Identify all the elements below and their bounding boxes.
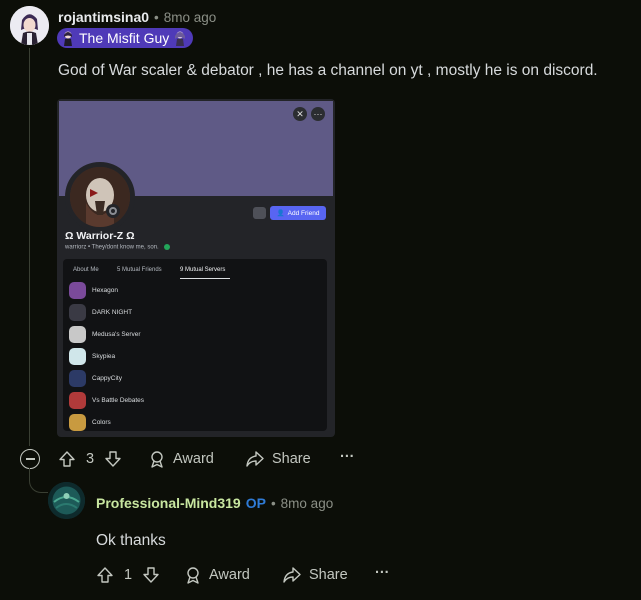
- server-row: DARK NIGHT: [69, 303, 132, 321]
- profile-avatar: [65, 162, 135, 232]
- server-icon: [69, 303, 86, 321]
- server-row: Vs Battle Debates: [69, 391, 144, 409]
- server-name: Colors: [92, 418, 111, 426]
- add-friend-label: Add Friend: [287, 209, 320, 217]
- upvote-icon[interactable]: [58, 450, 76, 468]
- server-row: Colors: [69, 413, 111, 431]
- server-icon: [69, 369, 86, 387]
- server-icon: [69, 281, 86, 299]
- timestamp[interactable]: 8mo ago: [281, 496, 334, 511]
- server-name: Skypiea: [92, 352, 116, 360]
- server-icon: [69, 413, 86, 431]
- award-label: Award: [173, 451, 214, 467]
- share-button[interactable]: Share: [282, 566, 348, 584]
- vote-group: 1: [96, 566, 160, 584]
- flair-avatar-icon: [173, 30, 187, 46]
- add-friend-button: 👤 Add Friend: [270, 206, 326, 220]
- tab-about-me: About Me: [73, 267, 99, 273]
- comment-body: God of War scaler & debator , he has a c…: [58, 62, 598, 79]
- embedded-image[interactable]: ✕ ··· 👤 Add Friend Ω Warrior-Z Ω warriorz…: [57, 99, 335, 437]
- avatar[interactable]: [48, 482, 85, 519]
- vote-group: 3: [58, 450, 122, 468]
- server-icon: [69, 347, 86, 365]
- tab-underline: [180, 278, 230, 279]
- user-flair: The Misfit Guy: [57, 28, 194, 48]
- more-icon: ···: [375, 565, 390, 581]
- server-row: CappyCity: [69, 369, 122, 387]
- separator: •: [154, 9, 159, 25]
- downvote-icon[interactable]: [142, 566, 160, 584]
- flair-text: The Misfit Guy: [79, 30, 170, 46]
- share-label: Share: [272, 451, 311, 467]
- server-icon: [69, 391, 86, 409]
- timestamp[interactable]: 8mo ago: [164, 10, 217, 25]
- server-row: Medusa's Server: [69, 325, 141, 343]
- profile-panel: About Me 5 Mutual Friends 9 Mutual Serve…: [63, 259, 327, 431]
- username[interactable]: rojantimsina0: [58, 9, 149, 25]
- award-icon: [184, 566, 202, 584]
- close-icon: ✕: [293, 107, 307, 121]
- minus-icon: [25, 458, 35, 460]
- separator: •: [270, 495, 276, 511]
- profile-name: Ω Warrior-Z Ω: [65, 230, 135, 242]
- reply-header: Professional-Mind319 OP • 8mo ago: [96, 495, 333, 511]
- share-icon: [245, 450, 265, 468]
- downvote-icon[interactable]: [104, 450, 122, 468]
- server-name: CappyCity: [92, 374, 122, 382]
- server-name: DARK NIGHT: [92, 308, 133, 316]
- profile-subtitle: warriorz • They/dont know me, son.: [65, 244, 171, 251]
- share-icon: [282, 566, 302, 584]
- vote-count: 3: [86, 451, 95, 467]
- thread-line: [29, 48, 30, 446]
- server-icon: [69, 325, 86, 343]
- award-label: Award: [209, 567, 250, 583]
- status-icon: [109, 207, 117, 215]
- award-button[interactable]: Award: [184, 566, 250, 584]
- upvote-icon[interactable]: [96, 566, 114, 584]
- server-name: Medusa's Server: [92, 330, 141, 338]
- tab-mutual-servers: 9 Mutual Servers: [180, 267, 226, 273]
- share-button[interactable]: Share: [245, 450, 311, 468]
- server-row: Hexagon: [69, 281, 118, 299]
- vote-count: 1: [124, 567, 133, 583]
- award-button[interactable]: Award: [148, 450, 214, 468]
- server-name: Hexagon: [92, 286, 119, 294]
- more-options-button[interactable]: ···: [340, 449, 355, 465]
- reply-body: Ok thanks: [96, 532, 166, 549]
- more-options-button[interactable]: ···: [375, 565, 390, 581]
- comment-header: rojantimsina0 • 8mo ago: [58, 9, 216, 25]
- server-name: Vs Battle Debates: [92, 396, 145, 404]
- more-icon: ···: [311, 107, 325, 121]
- more-icon: ···: [340, 449, 355, 465]
- avatar[interactable]: [10, 6, 49, 45]
- server-row: Skypiea: [69, 347, 115, 365]
- op-badge: OP: [245, 495, 266, 511]
- tab-mutual-friends: 5 Mutual Friends: [117, 267, 162, 273]
- collapse-thread-button[interactable]: [20, 449, 40, 469]
- share-label: Share: [309, 567, 348, 583]
- username[interactable]: Professional-Mind319: [96, 495, 241, 511]
- message-icon: [253, 207, 266, 219]
- award-icon: [148, 450, 166, 468]
- nitro-badge-icon: [164, 244, 171, 250]
- flair-avatar-icon: [61, 30, 75, 46]
- profile-subtitle-text: warriorz • They/dont know me, son.: [65, 244, 159, 251]
- reply-connector: [29, 468, 48, 493]
